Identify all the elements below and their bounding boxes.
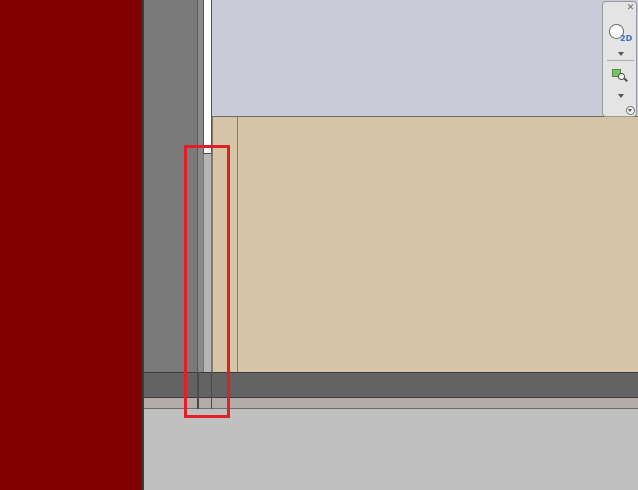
customize-menu-icon[interactable] xyxy=(626,106,635,115)
white-strip-upper xyxy=(203,0,212,154)
wheel-dropdown-chevron-down-icon[interactable] xyxy=(618,52,624,56)
lower-region xyxy=(144,409,638,490)
beige-main-region xyxy=(237,117,638,372)
zoom-dropdown-chevron-down-icon[interactable] xyxy=(618,94,624,98)
nav-separator xyxy=(607,60,634,61)
magnifier-handle xyxy=(624,77,628,82)
close-icon[interactable]: ✕ xyxy=(626,4,635,13)
zoom-icon[interactable] xyxy=(612,68,630,84)
upper-region xyxy=(212,0,638,117)
navigation-bar: ✕ 2D xyxy=(602,1,637,117)
steering-wheel-icon[interactable]: 2D xyxy=(609,22,633,44)
highlight-rectangle xyxy=(184,145,230,418)
red-region xyxy=(0,0,143,490)
wheel-2d-label: 2D xyxy=(620,34,633,43)
